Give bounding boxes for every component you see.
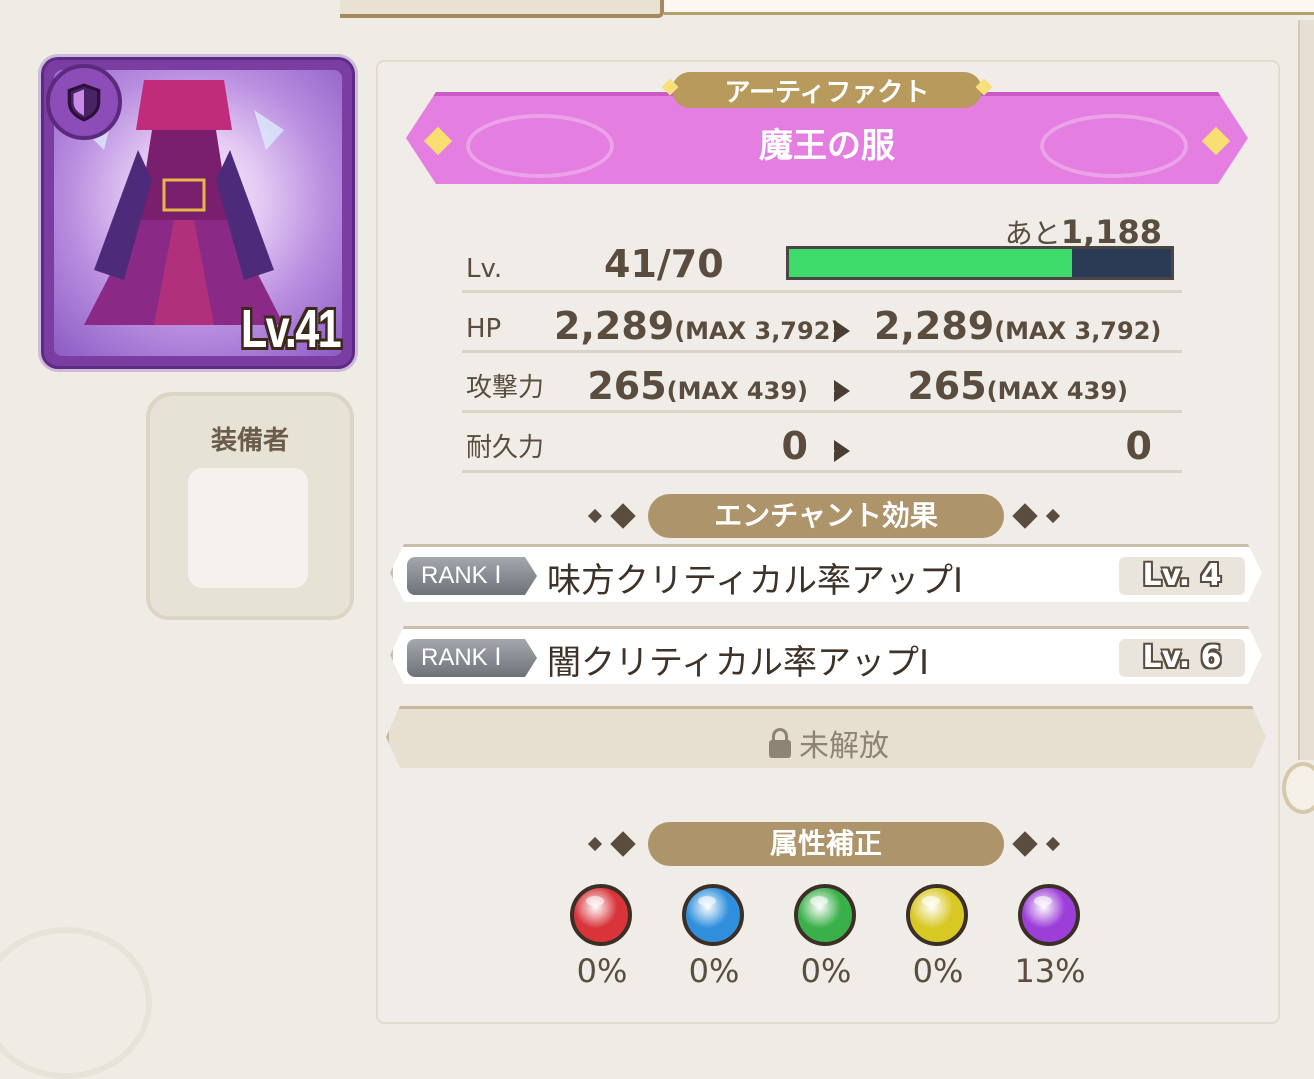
water-icon (682, 884, 744, 946)
stat-current: 0 (782, 424, 808, 468)
stat-current-value: 0 (781, 424, 808, 468)
equipper-panel: 装備者 (146, 392, 354, 620)
equipper-slot[interactable] (188, 468, 308, 588)
artifact-detail-panel (376, 60, 1280, 1024)
element-value: 0% (912, 952, 964, 990)
enchant-level: Lv. 4 (1119, 557, 1245, 595)
wind-icon (794, 884, 856, 946)
stat-next: 0 (1126, 424, 1152, 468)
artifact-level-badge: Lv.41 (240, 299, 342, 359)
artifact-category: アーティファクト (724, 77, 930, 108)
stat-next: 2,289(MAX 3,792) (874, 304, 1161, 348)
level-label: Lv. (466, 254, 503, 284)
arrow-right-icon (828, 380, 850, 402)
stat-row-attack: 攻撃力 265(MAX 439) 265(MAX 439) (462, 352, 1182, 413)
element-value: 0% (688, 952, 740, 990)
element-light: 0% (906, 884, 970, 990)
rank-badge: RANK Ⅰ (407, 557, 537, 595)
artifact-category-tab: アーティファクト (661, 72, 993, 108)
stat-row-hp: HP 2,289(MAX 3,792) 2,289(MAX 3,792) (462, 292, 1182, 353)
top-bar-left (340, 0, 664, 18)
stat-next-max: (MAX 3,792) (994, 317, 1162, 345)
stat-current-value: 2,289 (554, 304, 675, 348)
element-water: 0% (682, 884, 746, 990)
side-scroll-knob[interactable] (1282, 762, 1314, 814)
element-value: 0% (800, 952, 852, 990)
artifact-name: 魔王の服 (759, 126, 895, 166)
rank-badge: RANK Ⅰ (407, 639, 537, 677)
enchant-level: Lv. 6 (1119, 639, 1245, 677)
enchant-name: 味方クリティカル率アップⅠ (547, 561, 963, 601)
arrow-right-icon (828, 320, 850, 342)
enchant-section-title: エンチャント効果 (648, 494, 1004, 538)
element-wind: 0% (794, 884, 858, 990)
element-dark: 13% (1014, 884, 1086, 990)
element-value: 13% (1014, 952, 1086, 990)
stat-current-value: 265 (587, 364, 667, 408)
stat-current: 265(MAX 439) (587, 364, 808, 408)
attribute-section-title: 属性補正 (648, 822, 1004, 866)
stat-next-max: (MAX 439) (986, 377, 1128, 405)
fire-icon (570, 884, 632, 946)
stat-label: HP (466, 314, 502, 344)
enchant-name: 闇クリティカル率アップⅠ (547, 643, 929, 683)
side-edge (1298, 20, 1314, 760)
lock-icon (769, 728, 791, 758)
enchant-locked-slot[interactable]: 未解放 (386, 706, 1266, 768)
stat-label: 攻撃力 (466, 373, 545, 403)
element-fire: 0% (570, 884, 634, 990)
locked-label-wrap: 未解放 (389, 721, 1266, 765)
stat-label: 耐久力 (466, 433, 545, 463)
locked-label: 未解放 (799, 729, 889, 764)
stat-current-max: (MAX 3,792) (674, 317, 842, 345)
light-icon (906, 884, 968, 946)
stat-next: 265(MAX 439) (907, 364, 1128, 408)
dark-icon (1018, 884, 1080, 946)
arrow-right-icon (828, 440, 850, 462)
level-value: 41/70 (604, 242, 724, 286)
enchant-item[interactable]: RANK Ⅰ 闇クリティカル率アップⅠ Lv. 6 (390, 626, 1262, 684)
stat-next-value: 0 (1125, 424, 1152, 468)
stat-row-durability: 耐久力 0 0 (462, 412, 1182, 473)
stat-next-value: 265 (907, 364, 987, 408)
exp-progress-fill (789, 249, 1072, 277)
element-value: 0% (576, 952, 628, 990)
shield-icon (46, 64, 122, 140)
background-ornament (0, 927, 152, 1079)
artifact-icon-card[interactable]: Lv.41 (44, 60, 352, 366)
stat-current: 2,289(MAX 3,792) (554, 304, 841, 348)
stat-next-value: 2,289 (874, 304, 995, 348)
enchant-item[interactable]: RANK Ⅰ 味方クリティカル率アップⅠ Lv. 4 (390, 544, 1262, 602)
exp-progress-bar (786, 246, 1174, 280)
stat-current-max: (MAX 439) (666, 377, 808, 405)
top-bar-right (664, 0, 1314, 15)
equipper-label: 装備者 (210, 426, 289, 456)
